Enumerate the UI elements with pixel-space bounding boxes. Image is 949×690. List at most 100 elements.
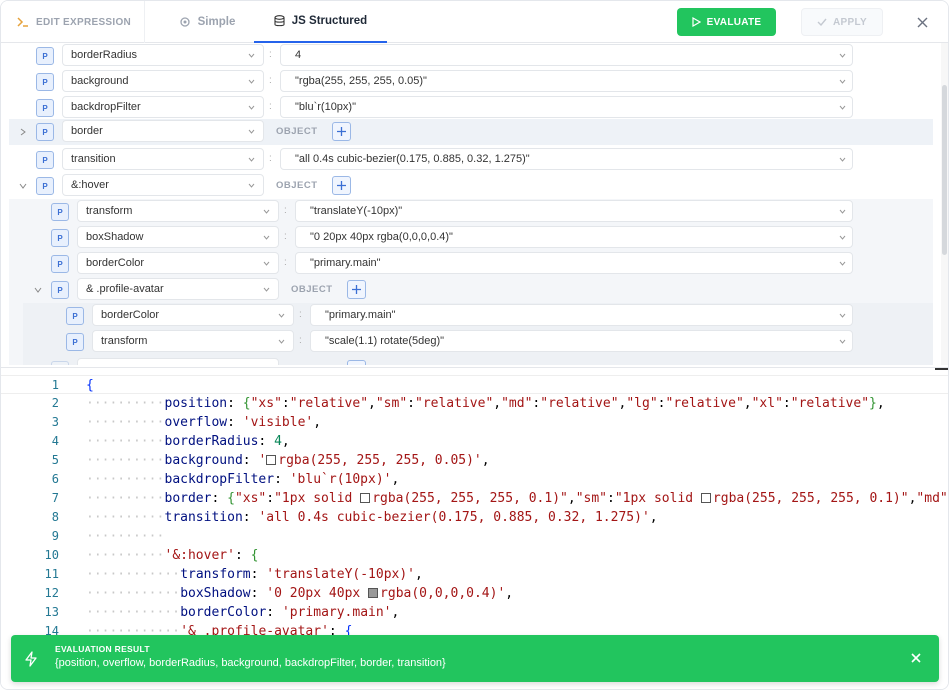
code-token: background	[164, 453, 243, 468]
code-text: borderRadius: 4,	[165, 432, 290, 451]
close-icon	[917, 17, 928, 28]
separator: :	[269, 153, 272, 164]
key-select[interactable]: backdropFilter	[62, 96, 264, 118]
key-select[interactable]: border	[62, 120, 264, 142]
line-number: 5	[51, 453, 59, 467]
key-select[interactable]: background	[62, 70, 264, 92]
value-select[interactable]: "primary.main"	[295, 252, 853, 274]
add-property-button[interactable]	[332, 176, 351, 195]
value-text: "blu`r(10px)"	[295, 101, 356, 113]
code-token: ,	[493, 396, 502, 411]
code-token: 'translateY(-10px)'	[266, 567, 416, 582]
code-line[interactable]: 5 ·········· background: ' rgba(255, 255, 2…	[1, 451, 948, 470]
apply-button[interactable]: APPLY	[801, 8, 883, 36]
code-line[interactable]: 3 ·········· overflow: 'visible',	[1, 413, 948, 432]
code-line[interactable]: 7 ·········· border: {"xs":"1px solid rgba…	[1, 489, 948, 508]
tree-row-object: P & .profile-avatar OBJECT	[1, 277, 941, 303]
code-token: :	[266, 491, 275, 506]
add-property-button[interactable]	[347, 360, 366, 365]
code-line[interactable]: 6 ·········· backdropFilter: 'blu`r(10px)'…	[1, 470, 948, 489]
value-select[interactable]: 4	[280, 44, 853, 66]
indent-guide: ··········	[86, 510, 165, 525]
code-text: transition: 'all 0.4s cubic-bezier(0.175…	[165, 508, 658, 527]
code-token: overflow	[164, 415, 228, 430]
key-text: border	[71, 125, 103, 137]
color-swatch[interactable]	[266, 455, 277, 465]
code-token: :	[274, 472, 290, 487]
code-line[interactable]: 9 ··········	[1, 527, 948, 546]
value-select[interactable]: "all 0.4s cubic-bezier(0.175, 0.885, 0.3…	[280, 148, 853, 170]
scrollbar-thumb[interactable]	[942, 85, 947, 255]
chevron-down-icon	[278, 313, 285, 318]
close-button[interactable]	[913, 13, 931, 31]
code-token: 'all 0.4s cubic-bezier(0.175, 0.885, 0.3…	[258, 510, 650, 525]
code-token: :	[281, 396, 290, 411]
key-select[interactable]	[77, 358, 279, 365]
tree-row: P borderColor : "primary.main"	[1, 303, 941, 329]
line-number: 11	[44, 567, 59, 581]
code-token: "lg"	[626, 396, 658, 411]
code-line[interactable]: 13 ············ borderColor: 'primary.main…	[1, 603, 948, 622]
code-line[interactable]: 4 ·········· borderRadius: 4,	[1, 432, 948, 451]
tree-row: P borderRadius : 4	[1, 43, 941, 69]
color-swatch[interactable]	[368, 588, 379, 598]
property-badge: P	[51, 229, 69, 247]
value-select[interactable]: "primary.main"	[310, 304, 853, 326]
value-select[interactable]: "rgba(255, 255, 255, 0.05)"	[280, 70, 853, 92]
key-select[interactable]: borderColor	[92, 304, 294, 326]
chevron-right-icon[interactable]	[18, 127, 28, 137]
add-property-button[interactable]	[347, 280, 366, 299]
indent-guide: ············	[86, 586, 180, 601]
add-property-button[interactable]	[332, 122, 351, 141]
key-select[interactable]: transform	[92, 330, 294, 352]
key-text: boxShadow	[86, 231, 144, 243]
structured-tree: P borderRadius : 4 P background : "rgba(…	[1, 43, 941, 365]
key-select[interactable]: & .profile-avatar	[77, 278, 279, 300]
tree-scrollbar[interactable]	[941, 43, 948, 365]
indent-guide: ············	[86, 567, 180, 582]
code-line[interactable]: 12 ············ boxShadow: '0 20px 40px rg…	[1, 584, 948, 603]
tab-simple[interactable]: Simple	[163, 1, 251, 43]
value-select[interactable]: "translateY(-10px)"	[295, 200, 853, 222]
code-line[interactable]: 11 ············ transform: 'translateY(-10…	[1, 565, 948, 584]
value-select[interactable]: "blu`r(10px)"	[280, 96, 853, 118]
color-swatch[interactable]	[360, 493, 371, 503]
code-token: "sm"	[375, 396, 408, 411]
code-token: :	[258, 434, 275, 449]
code-line[interactable]: 2 ·········· position: {"xs":"relative","s…	[1, 394, 948, 413]
toast-title: EVALUATION RESULT	[55, 644, 150, 654]
key-select[interactable]: boxShadow	[77, 226, 279, 248]
editor-cursor	[935, 368, 948, 370]
code-token: "relative"	[790, 396, 870, 411]
evaluate-button[interactable]: EVALUATE	[677, 8, 776, 36]
tab-edit-expression[interactable]: EDIT EXPRESSION	[1, 1, 145, 43]
code-line[interactable]: 8 ·········· transition: 'all 0.4s cubic-b…	[1, 508, 948, 527]
tab-js-structured[interactable]: JS Structured	[254, 1, 387, 43]
key-text: transform	[101, 335, 148, 347]
value-select[interactable]: "0 20px 40px rgba(0,0,0,0.4)"	[295, 226, 853, 248]
line-number: 12	[44, 586, 59, 600]
key-select[interactable]: borderRadius	[62, 44, 264, 66]
chevron-down-icon	[248, 105, 255, 110]
code-line[interactable]: 10 ·········· '&:hover': {	[1, 546, 948, 565]
code-text: borderColor: 'primary.main',	[180, 603, 399, 622]
key-select[interactable]: borderColor	[77, 252, 279, 274]
code-token: borderColor	[180, 605, 267, 620]
code-token: :	[657, 396, 666, 411]
code-line[interactable]: 1{	[1, 375, 948, 394]
value-select[interactable]: "scale(1.1) rotate(5deg)"	[310, 330, 853, 352]
close-icon[interactable]	[909, 651, 923, 665]
color-swatch[interactable]	[700, 493, 711, 503]
key-select[interactable]: transform	[77, 200, 279, 222]
play-icon	[691, 17, 701, 27]
plus-icon	[352, 285, 361, 294]
code-token: ,	[481, 453, 490, 468]
code-text: overflow: 'visible',	[165, 413, 322, 432]
key-select[interactable]: transition	[62, 148, 264, 170]
chevron-down-icon[interactable]	[18, 181, 28, 191]
key-select[interactable]: &:hover	[62, 174, 264, 196]
check-icon	[817, 18, 827, 26]
code-token: "xl"	[751, 396, 783, 411]
chevron-down-icon[interactable]	[33, 285, 43, 295]
code-token: "md"	[916, 491, 948, 506]
